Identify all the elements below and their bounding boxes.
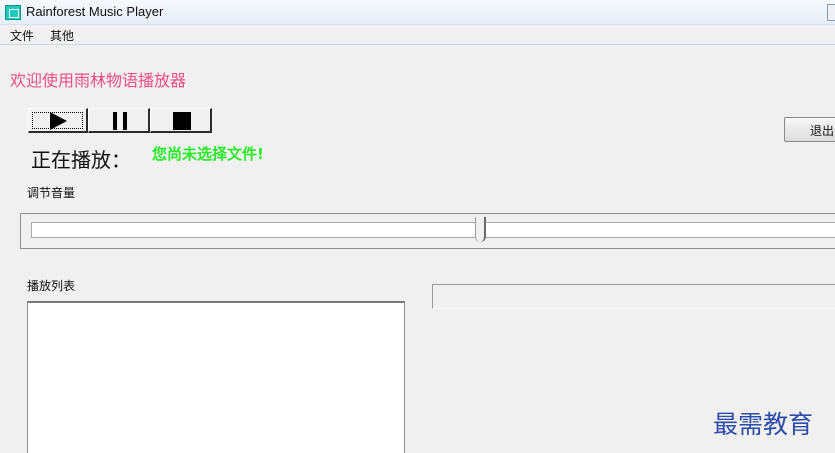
music-player-icon [5,5,21,20]
now-playing-label: 正在播放： [31,148,131,172]
watermark-text: 最需教育 [713,410,814,439]
window-title: Rainforest Music Player [26,4,164,19]
pause-button[interactable] [88,108,150,133]
pause-icon [113,112,127,130]
playback-controls [28,108,212,133]
track-info-field [432,284,835,309]
volume-slider-thumb[interactable] [475,217,486,242]
menu-other[interactable]: 其他 [50,27,74,44]
main-window: Rainforest Music Player 文件 其他 欢迎使用雨林物语播放… [0,0,835,453]
stop-button[interactable] [150,108,212,133]
menu-file[interactable]: 文件 [10,27,34,44]
now-playing-status: 您尚未选择文件! [152,145,264,163]
menu-bar: 文件 其他 [0,25,835,45]
volume-label: 调节音量 [27,186,76,200]
play-icon [50,112,67,130]
exit-button[interactable]: 退出 [784,117,835,142]
volume-slider-track[interactable] [31,222,835,238]
title-bar: Rainforest Music Player [0,0,835,25]
stop-icon [173,112,191,130]
playlist-label: 播放列表 [27,279,76,293]
welcome-text: 欢迎使用雨林物语播放器 [10,71,187,90]
play-button[interactable] [28,108,88,133]
playlist-list[interactable] [27,301,405,453]
volume-group [20,213,835,249]
window-control-button[interactable] [827,4,835,21]
